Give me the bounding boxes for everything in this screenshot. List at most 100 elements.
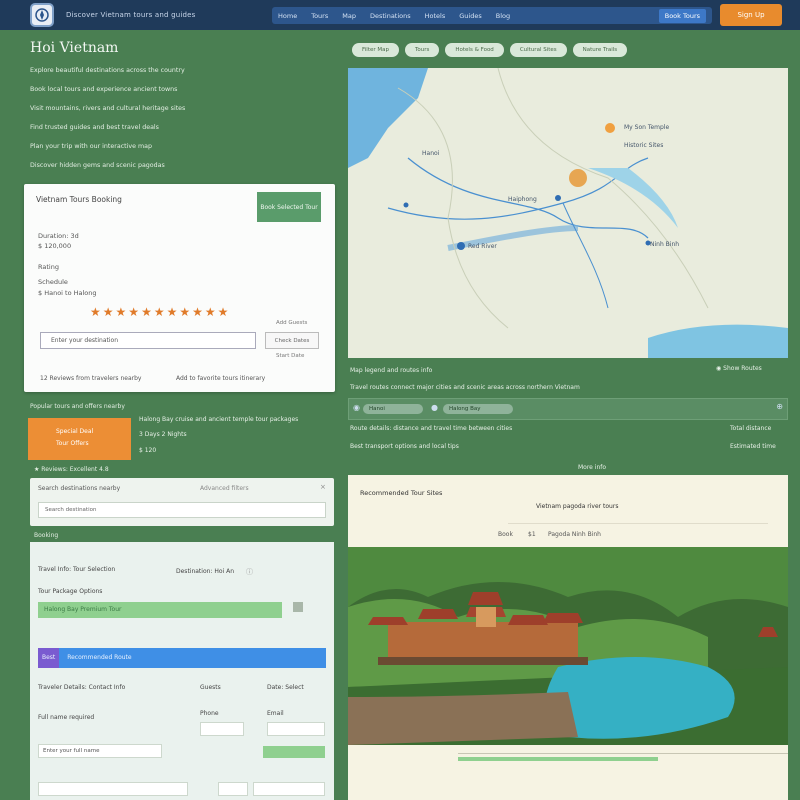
reviews-value: 4.8 (99, 466, 109, 473)
tour-location: Pagoda Ninh Binh (548, 531, 601, 538)
booking-card: Vietnam Tours Booking Book Selected Tour… (24, 184, 335, 392)
route-start[interactable]: Hanoi (363, 404, 423, 414)
popular-tours-label: Popular tours and offers nearby (30, 403, 125, 410)
star-icon[interactable]: ★ (90, 306, 101, 318)
special-deal-button[interactable]: Special Deal Tour Offers (28, 418, 131, 460)
rating-stars[interactable]: ★ ★ ★ ★ ★ ★ ★ ★ ★ ★ ★ (90, 306, 228, 318)
name-field[interactable]: Enter your full name (38, 744, 162, 758)
guests-label: Guests (200, 684, 221, 691)
destination-input[interactable]: Enter your destination (40, 332, 256, 349)
submit-button[interactable] (263, 746, 325, 758)
deal-duration: 3 Days 2 Nights (139, 431, 187, 438)
reviews-label: Reviews: Excellent (41, 466, 98, 473)
nav-link-book-tours[interactable]: Book Tours (658, 8, 706, 23)
info-icon[interactable]: ⓘ (246, 567, 253, 577)
star-icon[interactable]: ★ (116, 306, 127, 318)
phone-field[interactable] (200, 722, 244, 736)
filter-chip[interactable]: Nature Trails (572, 43, 628, 57)
star-icon[interactable]: ★ (141, 306, 152, 318)
route-end[interactable]: Halong Bay (443, 404, 513, 414)
filter-chip[interactable]: Hotels & Food (445, 43, 504, 57)
total-distance: Total distance (730, 425, 772, 432)
nav-links: Home Tours Map Destinations Hotels Guide… (272, 7, 712, 24)
more-info-link[interactable]: More info (578, 464, 606, 471)
nav-link-tours[interactable]: Tours (311, 12, 328, 20)
intro-line: Book local tours and experience ancient … (30, 86, 178, 93)
intro-line: Find trusted guides and best travel deal… (30, 124, 159, 131)
map-label-poi: Historic Sites (624, 142, 664, 149)
checkbox[interactable] (293, 602, 303, 612)
date-label: Date: Select (267, 684, 304, 691)
tour-price-tag[interactable]: Book (498, 531, 513, 538)
package-options-label: Tour Package Options (38, 588, 103, 595)
show-routes-toggle[interactable]: ◉ Show Routes (716, 365, 762, 372)
nav-link-map[interactable]: Map (342, 12, 356, 20)
star-icon[interactable]: ★ (192, 306, 203, 318)
filter-chip[interactable]: Filter Map (352, 43, 399, 57)
tour-title: Recommended Tour Sites (360, 489, 443, 497)
field-label: Full name required (38, 714, 95, 721)
add-guests-label: Add Guests (276, 320, 308, 326)
intro-line: Plan your trip with our interactive map (30, 143, 152, 150)
check-dates-button[interactable]: Check Dates (265, 332, 319, 349)
recommended-route-bar[interactable]: Best Recommended Route (38, 648, 326, 668)
deal-line: Tour Offers (56, 440, 89, 447)
address-field[interactable] (38, 782, 188, 796)
intro-line: Visit mountains, rivers and cultural her… (30, 105, 186, 112)
map-legend-title: Map legend and routes info (350, 367, 433, 374)
star-icon[interactable]: ★ (179, 306, 190, 318)
close-icon[interactable]: × (320, 483, 326, 491)
tour-divider (508, 523, 768, 543)
search-panel-title: Search destinations nearby (38, 485, 121, 492)
nav-link-hotels[interactable]: Hotels (425, 12, 446, 20)
map-label-poi: My Son Temple (624, 124, 670, 131)
signup-button[interactable]: Sign Up (720, 4, 782, 26)
traveler-details-title: Traveler Details: Contact Info (38, 684, 126, 691)
form-row-label: Travel Info: Tour Selection (38, 566, 116, 573)
route-bar: ◉ Hanoi ● Halong Bay ⊕ (348, 398, 788, 420)
intro-line: Discover hidden gems and scenic pagodas (30, 162, 165, 169)
estimated-time: Estimated time (730, 443, 776, 450)
book-tour-button[interactable]: Book Selected Tour (257, 192, 321, 222)
filter-chip[interactable]: Cultural Sites (509, 43, 567, 57)
deal-price: $ 120 (139, 447, 157, 454)
deal-description: Halong Bay cruise and ancient temple tou… (139, 416, 299, 423)
map-label-city: Haiphong (508, 196, 537, 203)
field-label: Email (267, 710, 284, 717)
filter-chip[interactable]: Tours (404, 43, 440, 57)
star-icon[interactable]: ★ (154, 306, 165, 318)
page-title: Hoi Vietnam (30, 40, 119, 56)
expand-icon[interactable]: ⊕ (776, 402, 783, 411)
map-description: Travel routes connect major cities and s… (350, 384, 580, 391)
nav-link-destinations[interactable]: Destinations (370, 12, 411, 20)
star-icon[interactable]: ★ (167, 306, 178, 318)
interactive-map[interactable]: Hanoi Haiphong Red River Ninh Binh My So… (348, 68, 788, 358)
star-icon[interactable]: ★ (205, 306, 216, 318)
pagoda-river-photo (348, 547, 788, 745)
date-field[interactable] (253, 782, 325, 796)
tour-divider (458, 753, 788, 754)
nav-link-guides[interactable]: Guides (459, 12, 481, 20)
search-input[interactable]: Search destination (38, 502, 326, 518)
reviews-footer: 12 Reviews from travelers nearby (40, 375, 142, 382)
schedule-label: Schedule (38, 278, 68, 286)
nav-link-home[interactable]: Home (278, 12, 297, 20)
star-icon[interactable]: ★ (128, 306, 139, 318)
pin-icon: ● (431, 403, 438, 412)
email-field[interactable] (267, 722, 325, 736)
top-navbar: Discover Vietnam tours and guides Home T… (0, 0, 800, 30)
star-icon[interactable]: ★ (218, 306, 229, 318)
booking-card-title: Vietnam Tours Booking (36, 195, 122, 204)
advanced-filters-link[interactable]: Advanced filters (200, 485, 249, 492)
quantity-field[interactable] (218, 782, 248, 796)
booking-form: Travel Info: Tour Selection Destination:… (30, 542, 334, 800)
star-icon[interactable]: ★ (103, 306, 114, 318)
favorite-footer[interactable]: Add to favorite tours itinerary (176, 375, 265, 382)
package-select[interactable]: Halong Bay Premium Tour (38, 602, 282, 618)
map-label-city: Ninh Binh (650, 241, 680, 248)
nav-link-blog[interactable]: Blog (496, 12, 510, 20)
recommended-route-text: Recommended Route (67, 654, 132, 661)
brand-tagline: Discover Vietnam tours and guides (66, 11, 196, 19)
search-panel: Search destinations nearby Advanced filt… (30, 478, 334, 526)
logo[interactable] (30, 3, 54, 27)
